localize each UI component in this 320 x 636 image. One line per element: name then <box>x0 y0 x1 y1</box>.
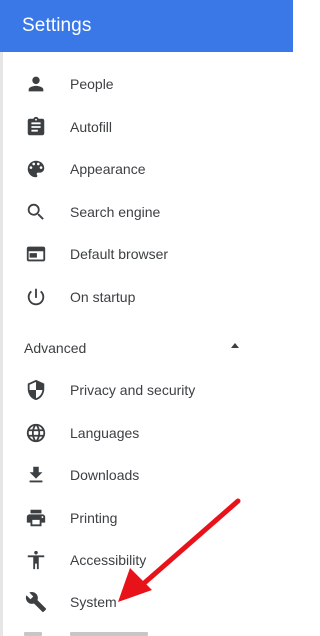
sidebar-item-printing[interactable]: Printing <box>3 497 293 539</box>
sidebar-item-label: Printing <box>70 510 118 526</box>
sidebar-item-default-browser[interactable]: Default browser <box>3 233 293 275</box>
sidebar-item-label: Privacy and security <box>70 382 196 398</box>
sidebar-item-label: People <box>70 76 114 92</box>
sidebar-item-label: Downloads <box>70 467 140 483</box>
sidebar-item-autofill[interactable]: Autofill <box>3 106 293 148</box>
sidebar-item-privacy-security[interactable]: Privacy and security <box>3 369 293 411</box>
clipboard-icon <box>24 115 48 139</box>
shield-icon <box>24 378 48 402</box>
sidebar-item-appearance[interactable]: Appearance <box>3 148 293 190</box>
palette-icon <box>24 157 48 181</box>
sidebar-item-label: Accessibility <box>70 552 147 568</box>
settings-header: Settings <box>0 0 293 52</box>
browser-window-icon <box>24 242 48 266</box>
sidebar-item-label: Search engine <box>70 204 161 220</box>
wrench-icon <box>24 590 48 614</box>
cut-off-next-item <box>24 630 224 636</box>
globe-icon <box>24 421 48 445</box>
sidebar-item-label: Default browser <box>70 246 169 262</box>
sidebar-item-on-startup[interactable]: On startup <box>3 276 293 318</box>
settings-sidebar: People Autofill Appearance Search engine <box>0 52 293 636</box>
sidebar-item-people[interactable]: People <box>3 63 293 105</box>
advanced-section-toggle[interactable]: Advanced <box>3 327 293 369</box>
sidebar-item-search-engine[interactable]: Search engine <box>3 191 293 233</box>
sidebar-item-accessibility[interactable]: Accessibility <box>3 539 293 581</box>
sidebar-item-languages[interactable]: Languages <box>3 412 293 454</box>
settings-page: Settings People Autofill Appearance Sear… <box>0 0 293 636</box>
sidebar-item-label: On startup <box>70 289 136 305</box>
page-title: Settings <box>22 15 92 36</box>
sidebar-item-label: Appearance <box>70 161 146 177</box>
printer-icon <box>24 506 48 530</box>
download-icon <box>24 463 48 487</box>
sidebar-item-label: System <box>70 594 117 610</box>
sidebar-item-downloads[interactable]: Downloads <box>3 454 293 496</box>
person-icon <box>24 72 48 96</box>
chevron-up-icon <box>231 343 239 348</box>
sidebar-item-system[interactable]: System <box>3 581 293 623</box>
power-icon <box>24 285 48 309</box>
sidebar-item-label: Languages <box>70 425 140 441</box>
advanced-label: Advanced <box>24 340 87 356</box>
accessibility-icon <box>24 548 48 572</box>
sidebar-item-label: Autofill <box>70 119 113 135</box>
search-icon <box>24 200 48 224</box>
